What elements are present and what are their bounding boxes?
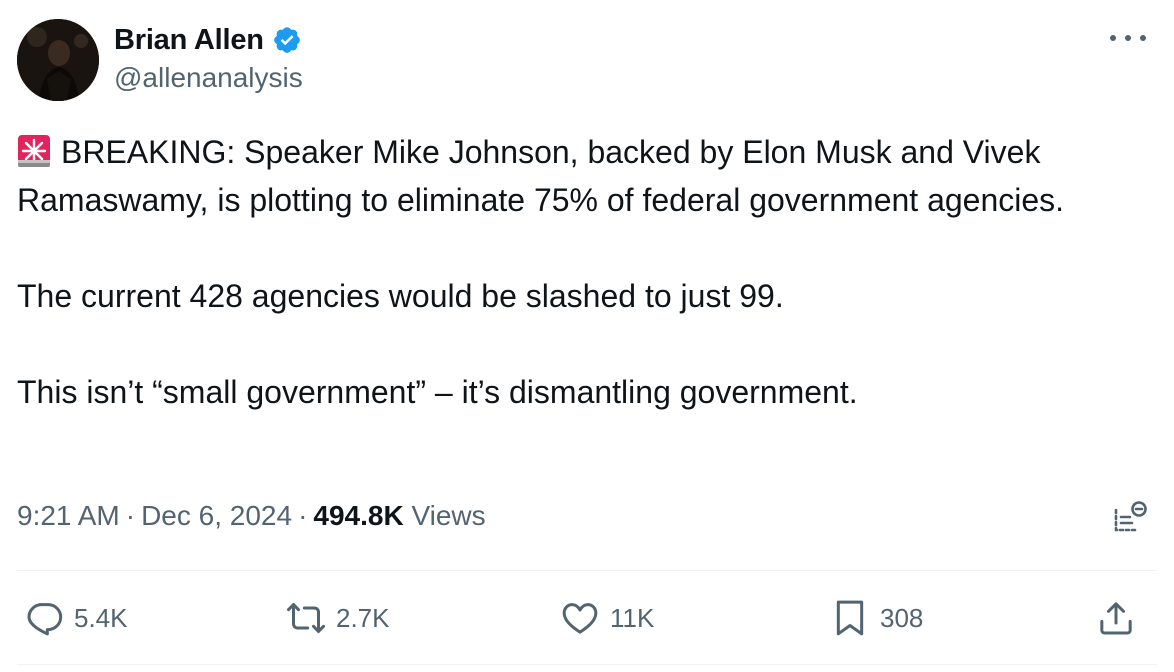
repost-icon [287,603,325,633]
tweet-metadata: 9:21 AM · Dec 6, 2024 · 494.8K Views [17,496,486,536]
avatar[interactable] [17,19,99,101]
divider [17,570,1157,571]
author-name-row: Brian Allen [114,22,302,58]
like-button[interactable]: 11K [560,590,654,646]
heart-icon [562,603,598,634]
tweet-paragraph-1: BREAKING: Speaker Mike Johnson, backed b… [17,128,1137,224]
tweet-time[interactable]: 9:21 AM [17,500,120,531]
share-icon [1100,602,1132,635]
rotating-light-siren-icon [17,133,51,167]
avatar-photo [17,19,99,101]
grok-analyze-icon[interactable] [1112,500,1148,536]
share-button[interactable] [1096,590,1136,646]
tweet-card: Brian Allen @allenanalysis BREAKING: Spe… [0,0,1174,672]
reply-button[interactable]: 5.4K [24,590,128,646]
divider [17,664,1157,665]
more-dot-icon [1125,35,1131,41]
bookmark-count: 308 [880,602,924,633]
bookmark-icon [836,600,864,636]
tweet-text: BREAKING: Speaker Mike Johnson, backed b… [17,128,1137,416]
more-dot-icon [1140,35,1146,41]
views-count[interactable]: 494.8K [313,500,403,531]
tweet-actions-bar: 5.4K 2.7K 11K 308 [0,590,1174,646]
tweet-date[interactable]: Dec 6, 2024 [141,500,292,531]
more-options-button[interactable] [1110,26,1146,50]
author-display-name[interactable]: Brian Allen [114,24,264,57]
like-count: 11K [610,602,655,633]
bookmark-button[interactable]: 308 [830,590,923,646]
tweet-paragraph-1-text: BREAKING: Speaker Mike Johnson, backed b… [17,134,1065,218]
tweet-paragraph-2: The current 428 agencies would be slashe… [17,278,784,314]
reply-icon [27,603,63,636]
reply-count: 5.4K [74,602,128,633]
author-handle[interactable]: @allenanalysis [114,62,303,94]
repost-button[interactable]: 2.7K [286,590,390,646]
meta-separator: · [125,500,136,531]
repost-count: 2.7K [336,602,390,633]
tweet-paragraph-3: This isn’t “small government” – it’s dis… [17,374,858,410]
views-label: Views [411,500,486,531]
verified-badge-icon [272,25,302,55]
more-dot-icon [1110,35,1116,41]
meta-separator: · [298,500,308,531]
